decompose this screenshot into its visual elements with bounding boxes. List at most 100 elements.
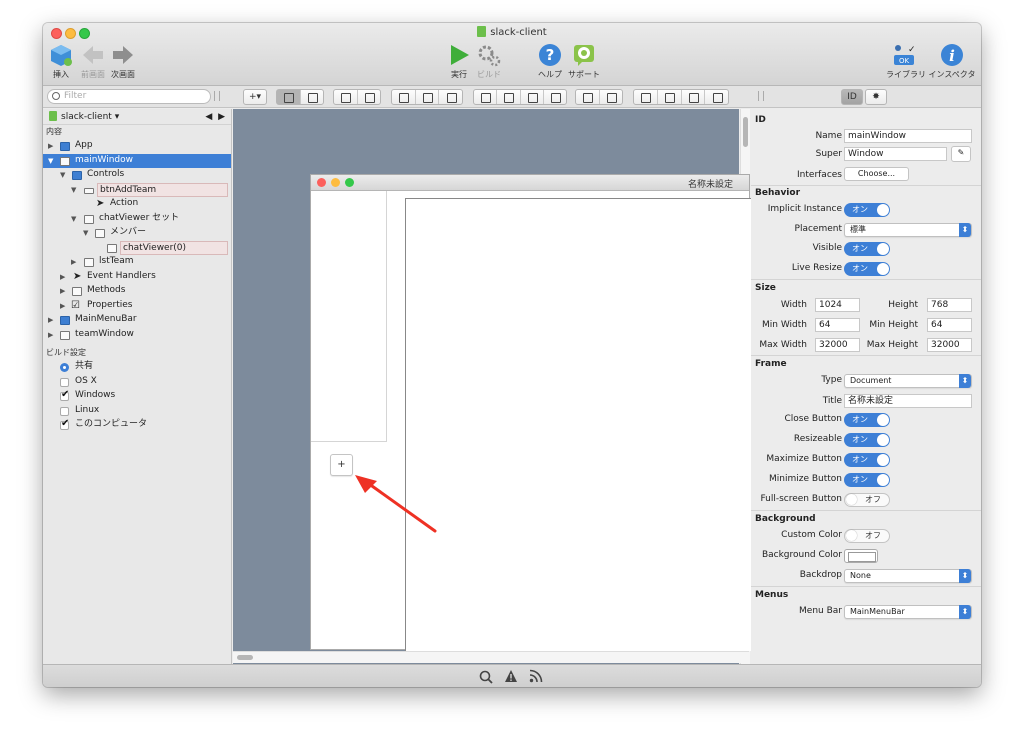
resizeable-toggle[interactable]: オン bbox=[844, 433, 890, 447]
placement-label: Placement bbox=[794, 224, 842, 234]
designed-window-preview[interactable]: 名称未設定 + bbox=[310, 174, 751, 651]
nav-item-teamwindow[interactable]: ▶ teamWindow bbox=[43, 328, 231, 343]
type-select[interactable]: Document bbox=[844, 374, 972, 388]
help-button[interactable]: ? ヘルプ bbox=[536, 43, 564, 80]
osx-checkbox[interactable] bbox=[60, 377, 69, 387]
nav-item-mainwindow[interactable]: ▼ mainWindow bbox=[43, 153, 231, 168]
library-button[interactable]: ✓ OK ライブラリ bbox=[886, 43, 926, 80]
btnaddteam-preview-button[interactable]: + bbox=[330, 454, 353, 476]
prev-screen-button[interactable]: 前画面 bbox=[79, 43, 107, 80]
implicit-instance-toggle[interactable]: オン bbox=[844, 203, 890, 217]
height-label: Height bbox=[888, 300, 918, 310]
build-button[interactable]: ビルド bbox=[475, 43, 503, 80]
help-question-icon: ? bbox=[538, 43, 562, 67]
support-lifebuoy-icon bbox=[572, 43, 596, 67]
canvas-horizontal-scrollbar[interactable] bbox=[233, 651, 749, 663]
pane-grip-icon[interactable] bbox=[214, 91, 220, 101]
height-field[interactable]: 768 bbox=[927, 298, 972, 312]
menu-bar-select[interactable]: MainMenuBar bbox=[844, 605, 972, 619]
nav-item-chatviewer0[interactable]: chatViewer(0) bbox=[43, 240, 231, 256]
gear-tab-button[interactable]: ✸ bbox=[865, 89, 887, 105]
control-set-icon bbox=[84, 214, 94, 224]
build-item-windows[interactable]: Windows bbox=[43, 388, 231, 404]
lstteam-listbox-preview[interactable] bbox=[311, 191, 387, 442]
filter-search-field[interactable]: Filter bbox=[47, 89, 211, 104]
html-viewer-icon bbox=[107, 243, 117, 253]
warning-icon[interactable] bbox=[504, 669, 518, 683]
order-segment[interactable] bbox=[473, 89, 567, 105]
placement-select[interactable]: 標準 bbox=[844, 223, 972, 237]
max-height-field[interactable]: 32000 bbox=[927, 338, 972, 352]
inspector-button[interactable]: i インスペクタ bbox=[928, 43, 976, 80]
build-item-osx[interactable]: OS X bbox=[43, 375, 231, 390]
linux-checkbox[interactable] bbox=[60, 406, 69, 416]
min-width-field[interactable]: 64 bbox=[815, 318, 860, 332]
nav-item-app[interactable]: ▶ App bbox=[43, 139, 231, 154]
backdrop-select[interactable]: None bbox=[844, 569, 972, 583]
live-resize-label: Live Resize bbox=[791, 263, 842, 273]
cursor-icon: ➤ bbox=[73, 270, 82, 282]
id-tab-button[interactable]: ID bbox=[841, 89, 863, 105]
preview-minimize-icon bbox=[331, 178, 340, 187]
add-item-button[interactable]: +▾ bbox=[243, 89, 267, 105]
build-item-shared[interactable]: 共有 bbox=[43, 360, 231, 375]
project-selector[interactable]: slack-client ▾ ◀ ▶ bbox=[43, 109, 231, 125]
search-icon[interactable] bbox=[479, 670, 493, 684]
minimize-button-label: Minimize Button bbox=[768, 474, 842, 484]
background-section-header: Background bbox=[755, 514, 816, 524]
next-screen-button[interactable]: 次画面 bbox=[109, 43, 137, 80]
svg-text:OK: OK bbox=[899, 57, 910, 65]
nav-item-action[interactable]: ➤ Action bbox=[43, 197, 231, 212]
window-title: slack-client bbox=[43, 26, 981, 38]
close-button-toggle[interactable]: オン bbox=[844, 413, 890, 427]
rss-feed-icon[interactable] bbox=[529, 669, 543, 683]
super-label: Super bbox=[815, 149, 842, 159]
maximize-button-toggle[interactable]: オン bbox=[844, 453, 890, 467]
support-button[interactable]: サポート bbox=[568, 43, 600, 80]
custom-color-toggle[interactable]: オフ bbox=[844, 529, 890, 543]
edit-lock-segment[interactable] bbox=[333, 89, 381, 105]
minimize-button-toggle[interactable]: オン bbox=[844, 473, 890, 487]
width-field[interactable]: 1024 bbox=[815, 298, 860, 312]
min-height-field[interactable]: 64 bbox=[927, 318, 972, 332]
nav-item-lstteam[interactable]: ▶ lstTeam bbox=[43, 255, 231, 270]
live-resize-toggle[interactable]: オン bbox=[844, 262, 890, 276]
size-segment[interactable] bbox=[575, 89, 623, 105]
view-mode-segment[interactable] bbox=[276, 89, 324, 105]
visible-toggle[interactable]: オン bbox=[844, 242, 890, 256]
arrow-left-icon bbox=[81, 43, 105, 67]
nav-item-properties[interactable]: ▶ ☑ Properties bbox=[43, 299, 231, 314]
window-icon bbox=[60, 156, 70, 166]
align-segment[interactable] bbox=[633, 89, 729, 105]
nav-item-methods[interactable]: ▶ Methods bbox=[43, 284, 231, 299]
build-item-this-computer[interactable]: このコンピュータ bbox=[43, 417, 231, 433]
background-color-well[interactable] bbox=[844, 549, 878, 563]
nav-arrows-icon[interactable]: ◀ ▶ bbox=[205, 109, 225, 125]
nav-item-chatviewer-set[interactable]: ▼ chatViewer セット bbox=[43, 212, 231, 227]
max-width-field[interactable]: 32000 bbox=[815, 338, 860, 352]
nav-item-mainmenubar[interactable]: ▶ MainMenuBar bbox=[43, 313, 231, 328]
menubar-icon bbox=[60, 316, 70, 325]
interfaces-choose-button[interactable]: Choose... bbox=[844, 167, 909, 181]
windows-checkbox[interactable] bbox=[60, 388, 69, 403]
build-item-linux[interactable]: Linux bbox=[43, 404, 231, 419]
arrow-right-icon bbox=[111, 43, 135, 67]
nav-item-event-handlers[interactable]: ▶ ➤ Event Handlers bbox=[43, 270, 231, 285]
run-button[interactable]: 実行 bbox=[445, 43, 473, 80]
controls-icon bbox=[72, 171, 82, 180]
insert-button[interactable]: 挿入 bbox=[47, 43, 75, 80]
super-edit-button[interactable]: ✎ bbox=[951, 146, 971, 162]
chatviewer-preview[interactable] bbox=[405, 198, 751, 651]
svg-text:✓: ✓ bbox=[908, 45, 916, 55]
info-icon: i bbox=[940, 43, 964, 67]
name-field[interactable]: mainWindow bbox=[844, 129, 972, 143]
nav-item-members[interactable]: ▼ メンバー bbox=[43, 226, 231, 241]
arrange-segment[interactable] bbox=[391, 89, 463, 105]
title-field[interactable]: 名称未設定 bbox=[844, 394, 972, 408]
fullscreen-button-toggle[interactable]: オフ bbox=[844, 493, 890, 507]
nav-item-btnaddteam[interactable]: ▼ btnAddTeam bbox=[43, 182, 231, 198]
nav-item-controls[interactable]: ▼ Controls bbox=[43, 168, 231, 183]
super-field[interactable]: Window bbox=[844, 147, 947, 161]
this-computer-checkbox[interactable] bbox=[60, 417, 69, 432]
pane-grip-right-icon[interactable] bbox=[758, 91, 764, 101]
